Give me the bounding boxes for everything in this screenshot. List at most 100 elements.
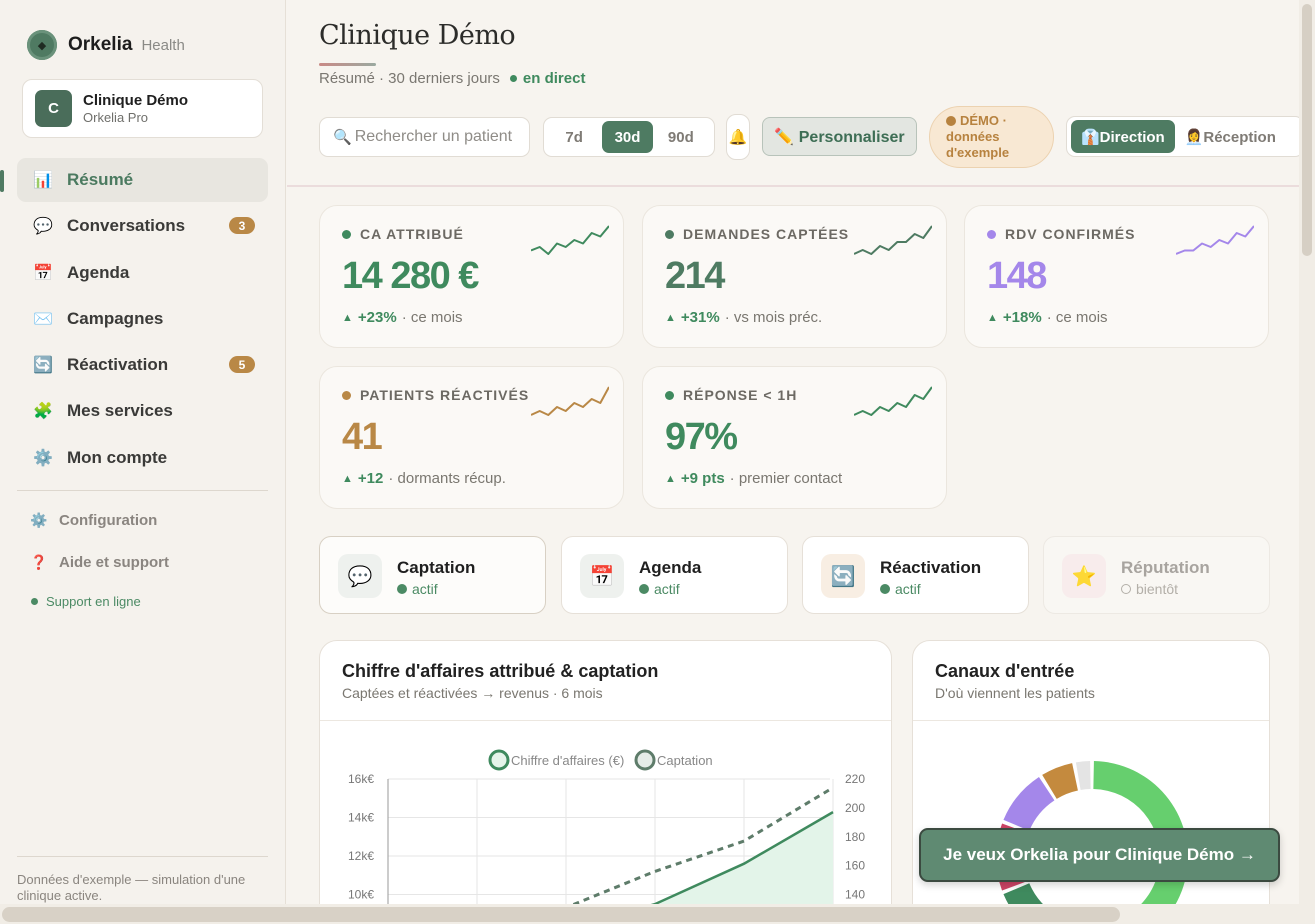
customize-button[interactable]: ✏️ Personnaliser <box>762 117 917 156</box>
panel-title: Chiffre d'affaires attribué & captation <box>342 661 659 681</box>
revenue-chart: Chiffre d'affaires (€) Captation 16k€ 14k€ 1… <box>348 749 865 924</box>
horizontal-scrollbar[interactable] <box>0 904 1315 924</box>
kpi-label: PATIENTS RÉACTIVÉS <box>342 387 529 403</box>
kpi-label: RÉPONSE < 1H <box>665 387 797 403</box>
brand[interactable]: ◆ Orkelia Health <box>27 30 185 60</box>
title-underline <box>319 63 376 66</box>
kpi-card[interactable]: PATIENTS RÉACTIVÉS 41 ▲ +12 · dormants récup… <box>319 366 624 509</box>
nav-item-reactivation[interactable]: 🔄 Réactivation 5 <box>17 343 268 387</box>
role-switcher: 👔Direction 👩‍💼Réception <box>1066 116 1304 157</box>
sparkline-path <box>854 225 932 255</box>
y2-tick-label: 220 <box>845 772 865 786</box>
vertical-scrollbar[interactable] <box>1299 0 1315 904</box>
support-link[interactable]: Support en ligne <box>31 594 141 609</box>
kpi-card[interactable]: RÉPONSE < 1H 97% ▲ +9 pts · premier contact <box>642 366 947 509</box>
scrollbar-thumb[interactable] <box>1302 4 1312 256</box>
range-7d-button[interactable]: 7d <box>549 121 599 153</box>
get-orkelia-cta-button[interactable]: Je veux Orkelia pour Clinique Démo → <box>919 828 1280 882</box>
nav-label: Réactivation <box>67 355 169 375</box>
kpi-delta-value: +12 <box>357 470 384 487</box>
clinic-switcher[interactable]: C Clinique Démo Orkelia Pro <box>22 79 263 138</box>
panel-subtitle: D'où viennent les patients <box>935 685 1095 701</box>
demo-badge: DÉMO · données d'exemple <box>929 106 1054 168</box>
clinic-plan: Orkelia Pro <box>83 110 149 125</box>
service-name: Agenda <box>639 558 702 577</box>
kpi-card[interactable]: CA ATTRIBUÉ 14 280 € ▲ +23% · ce mois <box>319 205 624 348</box>
revenue-panel: Chiffre d'affaires attribué & captation … <box>319 640 892 924</box>
legend-label: Chiffre d'affaires (€) <box>511 753 624 768</box>
speech-bubble-icon: 💬 <box>338 554 382 598</box>
nav-label: Mon compte <box>67 447 168 467</box>
up-arrow-icon: ▲ <box>665 472 676 485</box>
service-card[interactable]: ⭐ Réputation bientôt <box>1043 536 1270 614</box>
kpi-card[interactable]: RDV CONFIRMÉS 148 ▲ +18% · ce mois <box>964 205 1269 348</box>
online-dot-icon <box>31 598 38 605</box>
bell-icon[interactable]: 🔔 <box>726 114 750 160</box>
nav-item-services[interactable]: 🧩 Mes services <box>17 389 268 433</box>
service-card[interactable]: 📅 Agenda actif <box>561 536 788 614</box>
search-input[interactable] <box>354 128 525 146</box>
brand-suffix: Health <box>141 36 185 54</box>
service-status: bientôt <box>1121 581 1178 597</box>
role-reception-button[interactable]: 👩‍💼Réception <box>1175 120 1286 153</box>
role-direction-button[interactable]: 👔Direction <box>1071 120 1175 153</box>
kpi-delta-value: +9 pts <box>680 470 725 487</box>
up-arrow-icon: ▲ <box>665 311 676 324</box>
service-status-text: bientôt <box>1136 581 1179 597</box>
range-90d-button[interactable]: 90d <box>656 121 706 153</box>
support-label: Support en ligne <box>46 594 141 609</box>
kpi-delta: ▲ +12 · dormants récup. <box>342 470 506 487</box>
nav-item-resume[interactable]: 📊 Résumé <box>0 158 268 202</box>
clinic-name: Clinique Démo <box>83 92 189 109</box>
service-card[interactable]: 🔄 Réactivation actif <box>802 536 1029 614</box>
nav-item-conversations[interactable]: 💬 Conversations 3 <box>17 204 268 248</box>
y2-tick-label: 200 <box>845 801 865 815</box>
nav-item-account[interactable]: ⚙️ Mon compte <box>17 436 268 480</box>
chart-icon: 📊 <box>33 172 53 189</box>
scrollbar-thumb[interactable] <box>2 907 1120 922</box>
page-subtitle: Résumé · 30 derniers jours en direct <box>319 70 585 87</box>
calendar-icon: 📅 <box>580 554 624 598</box>
legend-label: Captation <box>657 753 713 768</box>
kpi-delta-note: · ce mois <box>1046 309 1108 326</box>
demo-dot-icon <box>946 116 956 126</box>
refresh-icon: 🔄 <box>33 357 53 375</box>
kpi-dot-icon <box>987 229 996 239</box>
legend-swatch <box>488 749 510 771</box>
panel-title: Canaux d'entrée <box>935 661 1075 681</box>
nav-label: Agenda <box>67 262 130 282</box>
kpi-delta-note: · vs mois préc. <box>724 309 823 326</box>
page-title: Clinique Démo <box>319 20 516 51</box>
search-box[interactable]: 🔍 <box>319 117 530 157</box>
service-status: actif <box>639 581 680 597</box>
sparkline <box>531 225 609 255</box>
channels-donut-chart <box>996 761 1188 924</box>
nav-item-agenda[interactable]: 📅 Agenda <box>17 251 268 295</box>
sparkline <box>1176 225 1254 255</box>
kpi-delta: ▲ +23% · ce mois <box>342 309 463 326</box>
range-30d-button[interactable]: 30d <box>602 121 653 153</box>
nav-item-configuration[interactable]: ⚙️ Configuration <box>30 512 157 529</box>
kpi-card[interactable]: DEMANDES CAPTÉES 214 ▲ +31% · vs mois préc. <box>642 205 947 348</box>
kpi-dot-icon <box>342 229 351 239</box>
kpi-label-text: DEMANDES CAPTÉES <box>683 226 850 242</box>
y-tick-label: 12k€ <box>348 849 374 863</box>
kpi-value: 41 <box>342 416 383 458</box>
refresh-icon: 🔄 <box>821 554 865 598</box>
chart-legend: Chiffre d'affaires (€) Captation <box>488 749 713 771</box>
kpi-delta-note: · premier contact <box>729 470 843 487</box>
brand-name: Orkelia <box>68 34 133 55</box>
nav-item-help[interactable]: ❓ Aide et support <box>30 554 169 571</box>
gear-icon: ⚙️ <box>33 449 53 467</box>
donut-slice <box>1003 776 1055 831</box>
service-card[interactable]: 💬 Captation actif <box>319 536 546 614</box>
star-icon: ⭐ <box>1062 554 1106 598</box>
sparkline-path <box>531 386 609 416</box>
divider <box>17 856 268 857</box>
sparkline-path <box>531 225 609 255</box>
nav-label: Campagnes <box>67 308 164 328</box>
nav-item-campagnes[interactable]: ✉️ Campagnes <box>17 297 268 341</box>
up-arrow-icon: ▲ <box>987 311 998 324</box>
kpi-label-text: RÉPONSE < 1H <box>683 387 798 403</box>
service-name: Captation <box>397 558 476 577</box>
